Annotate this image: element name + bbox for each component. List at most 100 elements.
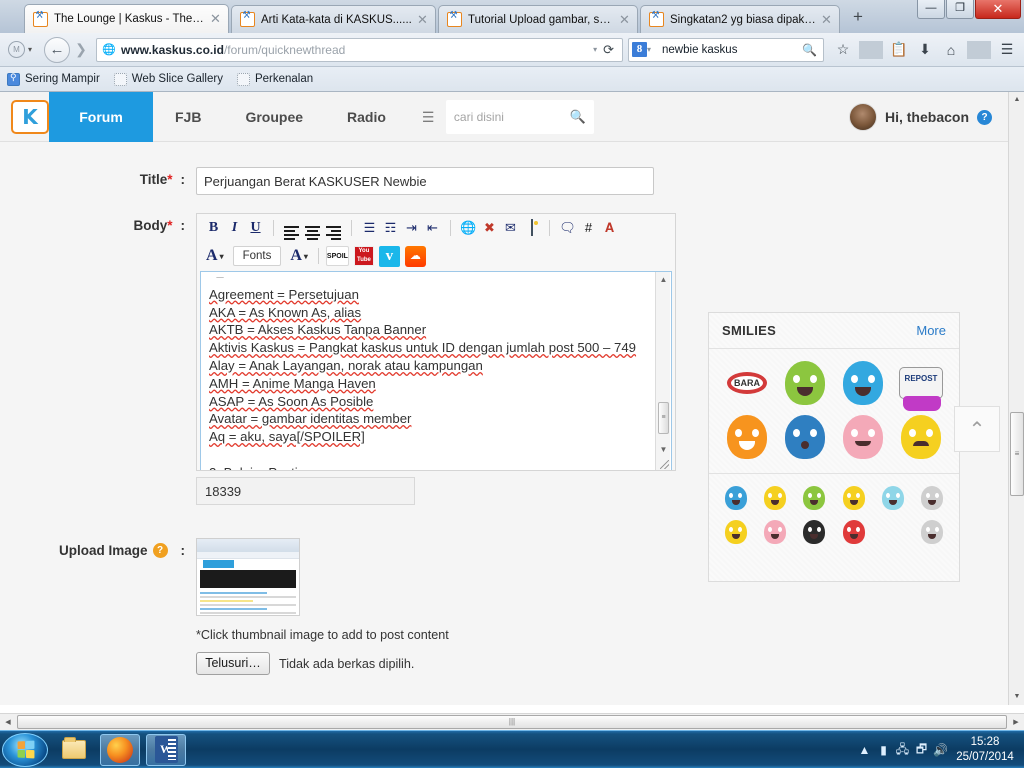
editor-text-area[interactable]: – Agreement = Persetujuan AKA = As Known…	[200, 271, 672, 470]
battery-icon[interactable]: ▮	[874, 743, 893, 757]
bold-icon[interactable]: B	[203, 220, 224, 236]
nav-item-forum[interactable]: Forum	[49, 92, 153, 149]
editor-scrollbar[interactable]: ▲ ≡ ▼	[655, 272, 670, 470]
firefox-menu-icon[interactable]: M	[8, 41, 25, 58]
scroll-up-icon[interactable]: ▲	[656, 272, 671, 287]
smiley-happy-blue[interactable]	[835, 357, 891, 409]
smiley-black-bomb[interactable]	[796, 517, 833, 547]
smiley-grin-orange[interactable]	[719, 411, 775, 463]
smiley-question[interactable]	[756, 483, 793, 513]
kaskus-logo[interactable]: K	[11, 99, 49, 134]
smiley-sad-yellow[interactable]	[893, 411, 949, 463]
scroll-to-top-button[interactable]: ⌃	[954, 406, 1000, 452]
scroll-left-icon[interactable]: ◀	[0, 718, 16, 726]
align-right-icon[interactable]	[323, 216, 344, 240]
search-icon[interactable]: 🔍	[802, 43, 817, 57]
smilies-more-link[interactable]: More	[916, 323, 946, 338]
vertical-scrollbar[interactable]: ▲ ≡ ▼	[1008, 92, 1024, 705]
smiley-tv-watch[interactable]	[717, 483, 754, 513]
browser-tab-0[interactable]: The Lounge | Kaskus - The… ✕	[24, 4, 229, 33]
back-button[interactable]: ←	[44, 36, 70, 63]
editor-scroll-thumb[interactable]: ≡	[658, 402, 669, 434]
avatar[interactable]	[848, 103, 877, 131]
start-button[interactable]	[2, 732, 48, 767]
scroll-up-icon[interactable]: ▲	[1009, 92, 1024, 108]
help-icon[interactable]: ?	[977, 109, 992, 125]
scroll-down-icon[interactable]: ▼	[656, 442, 671, 457]
insert-image-icon[interactable]	[521, 219, 542, 236]
bookmark-star-icon[interactable]: ☆	[831, 41, 855, 58]
tab-close-icon[interactable]: ✕	[416, 13, 429, 26]
character-counter[interactable]: 18339	[196, 477, 415, 505]
horizontal-scroll-thumb[interactable]: |||	[17, 715, 1007, 729]
horizontal-scrollbar[interactable]: ◀ ||| ▶	[0, 713, 1024, 730]
scroll-down-icon[interactable]: ▼	[1009, 689, 1024, 705]
smiley-alien-green[interactable]	[777, 357, 833, 409]
menu-list-icon[interactable]: ☰	[422, 110, 442, 124]
action-center-icon[interactable]: 🗗	[912, 740, 931, 761]
insert-email-icon[interactable]: ✉	[500, 220, 521, 236]
underline-icon[interactable]: U	[245, 220, 266, 236]
vimeo-icon[interactable]: v	[378, 245, 400, 267]
code-icon[interactable]: #	[578, 220, 599, 235]
smiley-cheer-green[interactable]	[796, 483, 833, 513]
help-icon[interactable]: ?	[152, 543, 168, 558]
site-search-input[interactable]: cari disini	[454, 110, 570, 124]
smiley-repost[interactable]: REPOST	[893, 357, 949, 411]
browser-search-bar[interactable]: 8 ▾ newbie kaskus 🔍	[628, 37, 824, 62]
network-icon[interactable]: 🖧	[893, 740, 912, 761]
tab-close-icon[interactable]: ✕	[209, 12, 222, 25]
home-icon[interactable]: ⌂	[939, 42, 963, 58]
align-left-icon[interactable]	[281, 216, 302, 240]
chevron-down-icon[interactable]: ▾	[28, 45, 38, 54]
minimize-button[interactable]: —	[917, 0, 945, 19]
user-greeting[interactable]: Hi, thebacon	[885, 109, 969, 125]
volume-icon[interactable]: 🔊	[931, 743, 950, 757]
taskbar-clock[interactable]: 15:28 25/07/2014	[950, 735, 1024, 765]
bookmark-perkenalan[interactable]: Perkenalan	[236, 72, 313, 86]
outdent-icon[interactable]: ⇤	[422, 220, 443, 236]
smiley-no-bara[interactable]: BARA	[719, 357, 775, 409]
user-area[interactable]: Hi, thebacon ?	[848, 92, 992, 142]
nav-item-fjb[interactable]: FJB	[153, 92, 223, 142]
browser-tab-1[interactable]: Arti Kata-kata di KASKUS...... ✕	[231, 5, 436, 33]
maximize-button[interactable]: ❐	[946, 0, 974, 19]
remove-format-icon[interactable]: 𝐀	[599, 220, 620, 236]
soundcloud-icon[interactable]: ☁	[404, 245, 426, 267]
youtube-icon[interactable]: You Tube	[353, 246, 374, 266]
smiley-shock-blue[interactable]	[777, 411, 833, 463]
editor-resize-handle[interactable]	[660, 460, 669, 469]
browser-tab-3[interactable]: Singkatan2 yg biasa dipak… ✕	[640, 5, 840, 33]
font-color-button[interactable]: A ▾	[203, 247, 227, 265]
search-input[interactable]: newbie kaskus	[662, 44, 802, 56]
title-input[interactable]: Perjuangan Berat KASKUSER Newbie	[196, 167, 654, 195]
nav-item-groupee[interactable]: Groupee	[223, 92, 325, 142]
bookmark-web-slice-gallery[interactable]: Web Slice Gallery	[113, 72, 223, 86]
close-button[interactable]: ✕	[975, 0, 1021, 19]
smiley-sign-board[interactable]	[914, 517, 951, 547]
new-tab-button[interactable]: +	[848, 8, 868, 25]
insert-link-icon[interactable]: 🌐	[458, 220, 479, 236]
bullet-list-icon[interactable]: ☰	[359, 220, 380, 236]
align-center-icon[interactable]	[302, 216, 323, 240]
smiley-pink-bunny[interactable]	[756, 517, 793, 547]
italic-icon[interactable]: I	[224, 220, 245, 236]
forward-button[interactable]: ❯	[70, 41, 92, 58]
chevron-down-icon[interactable]: ▾	[593, 45, 597, 54]
tab-close-icon[interactable]: ✕	[618, 13, 631, 26]
taskbar-item-microsoft-word[interactable]: W	[146, 733, 186, 766]
upload-thumbnail[interactable]	[196, 538, 300, 616]
address-bar[interactable]: 🌐 www.kaskus.co.id/forum/quicknewthread …	[96, 37, 623, 62]
browse-button[interactable]: Telusuri…	[196, 652, 270, 675]
smiley-flag[interactable]	[914, 483, 951, 513]
remove-link-icon[interactable]: ✖	[479, 220, 500, 236]
menu-icon[interactable]: ☰	[995, 41, 1019, 58]
vertical-scroll-thumb[interactable]: ≡	[1010, 412, 1024, 496]
bookmark-sering-mampir[interactable]: Sering Mampir	[7, 72, 100, 86]
tab-close-icon[interactable]: ✕	[820, 13, 833, 26]
reading-list-icon[interactable]: 📋	[887, 41, 911, 58]
quote-icon[interactable]: 🗨	[557, 220, 578, 236]
site-search-box[interactable]: cari disini 🔍	[445, 99, 594, 134]
smiley-smirk[interactable]	[835, 483, 872, 513]
smiley-pink-girl[interactable]	[835, 411, 891, 463]
